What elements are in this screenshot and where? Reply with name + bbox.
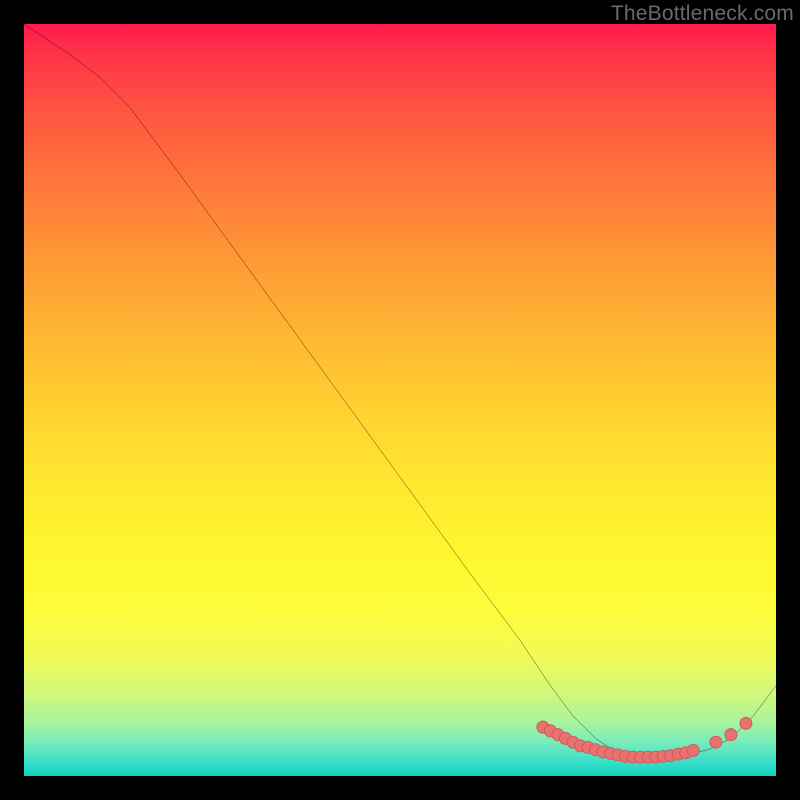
curve-marker xyxy=(725,729,737,741)
watermark-text: TheBottleneck.com xyxy=(611,2,794,26)
bottleneck-curve xyxy=(24,24,776,757)
chart-overlay xyxy=(24,24,776,776)
curve-marker xyxy=(710,736,722,748)
curve-marker xyxy=(740,717,752,729)
curve-marker xyxy=(687,744,699,756)
curve-markers xyxy=(537,717,752,763)
plot-area xyxy=(24,24,776,776)
page-frame: TheBottleneck.com xyxy=(0,0,800,800)
